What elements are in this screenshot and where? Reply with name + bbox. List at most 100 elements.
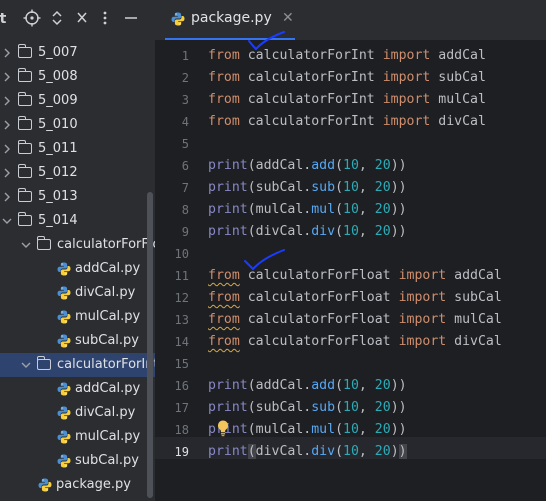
code-line[interactable]: print(addCal.add(10, 20)): [208, 375, 407, 397]
code-token: (mulCal.: [247, 202, 312, 217]
code-token: import: [382, 70, 431, 85]
code-token: subCal: [446, 290, 502, 305]
editor-area: package.py ✕ 1 2 3 4 5 6 7 8 9 10 11 12 13 14 15 16 17 18…: [155, 0, 546, 501]
code-token: (: [247, 444, 256, 459]
tree-file[interactable]: addCal.py: [0, 257, 155, 281]
python-file-icon: [57, 310, 71, 324]
code-token: mul: [311, 422, 336, 437]
code-line[interactable]: print(divCal.div(10, 20)): [208, 441, 407, 463]
code-token: 10: [343, 202, 359, 217]
code-line[interactable]: from calculatorForInt import subCal: [208, 67, 486, 89]
tree-folder[interactable]: 5_010: [0, 113, 155, 137]
code-token: from: [208, 70, 240, 85]
tree-folder[interactable]: calculatorForFlo: [0, 233, 155, 257]
line-number-gutter: 1 2 3 4 5 6 7 8 9 10 11 12 13 14 15 16 17 18 19: [155, 40, 207, 501]
line-number: 11: [174, 269, 189, 283]
code-token: import: [398, 334, 447, 349]
folder-icon: [17, 164, 32, 178]
tree-file[interactable]: divCal.py: [0, 401, 155, 425]
code-token: divCal: [446, 334, 502, 349]
code-token: )): [390, 400, 407, 415]
code-line[interactable]: print(divCal.div(10, 20)): [208, 221, 407, 243]
code-token: (: [335, 180, 344, 195]
tree-file[interactable]: mulCal.py: [0, 425, 155, 449]
code-line[interactable]: from calculatorForFloat import divCal: [208, 331, 502, 353]
minimize-icon[interactable]: [122, 9, 140, 29]
code-token: ,: [358, 444, 375, 459]
line-number: 17: [174, 401, 189, 415]
tab-close-icon[interactable]: ✕: [282, 10, 294, 26]
locate-icon[interactable]: [22, 9, 42, 29]
code-token: calculatorForInt: [239, 70, 383, 85]
tree-folder[interactable]: 5_007: [0, 41, 155, 65]
folder-icon: [36, 236, 51, 250]
tree-item-label: divCal.py: [75, 285, 136, 300]
tree-item-label: 5_012: [38, 165, 78, 180]
code-token: addCal: [446, 268, 502, 283]
line-number: 3: [181, 93, 189, 107]
tree-item-label: 5_013: [38, 189, 78, 204]
code-token: (: [335, 400, 344, 415]
tree-file[interactable]: subCal.py: [0, 329, 155, 353]
expand-collapse-icon[interactable]: [48, 9, 66, 29]
tree-folder[interactable]: 5_014: [0, 209, 155, 233]
code-token: (addCal.: [247, 158, 312, 173]
python-file-icon: [57, 406, 71, 420]
tree-file[interactable]: divCal.py: [0, 281, 155, 305]
code-token: (: [335, 422, 344, 437]
code-line[interactable]: print(addCal.add(10, 20)): [208, 155, 407, 177]
python-file-icon: [57, 262, 71, 276]
tree-file[interactable]: mulCal.py: [0, 305, 155, 329]
tree-item-label: subCal.py: [75, 333, 139, 348]
code-line[interactable]: print(subCal.sub(10, 20)): [208, 177, 407, 199]
folder-icon: [17, 68, 32, 82]
tree-item-label: 5_008: [38, 69, 78, 84]
code-token: add: [311, 378, 336, 393]
editor-tab-bar: package.py ✕: [155, 0, 546, 40]
more-options-icon[interactable]: [98, 9, 112, 29]
line-number: 1: [181, 49, 189, 63]
code-line[interactable]: print(subCal.sub(10, 20)): [208, 397, 407, 419]
tree-item-label: mulCal.py: [75, 429, 141, 444]
project-panel: t 5_007 5_008 5_009 5_010 5_011 5_012 5_013 5_0…: [0, 0, 155, 501]
close-icon[interactable]: [73, 9, 91, 29]
code-token: div: [311, 444, 336, 459]
tree-folder[interactable]: 5_008: [0, 65, 155, 89]
tree-item-label: addCal.py: [75, 261, 141, 276]
folder-icon: [17, 92, 32, 106]
code-token: 20: [374, 400, 391, 415]
code-token: (: [335, 444, 344, 459]
code-line[interactable]: from calculatorForFloat import subCal: [208, 287, 502, 309]
code-token: 20: [374, 158, 391, 173]
folder-icon: [17, 188, 32, 202]
code-token: (: [335, 378, 344, 393]
checkmark-annotation: [248, 31, 285, 51]
tree-folder[interactable]: 5_013: [0, 185, 155, 209]
code-token: calculatorForInt: [239, 114, 383, 129]
line-number: 6: [181, 159, 189, 173]
tree-item-label: mulCal.py: [75, 309, 141, 324]
code-token: 10: [343, 444, 359, 459]
code-token: 20: [374, 224, 391, 239]
tree-folder[interactable]: calculatorForInt: [0, 353, 155, 377]
code-token: )): [390, 202, 407, 217]
tree-folder[interactable]: 5_011: [0, 137, 155, 161]
tree-file[interactable]: addCal.py: [0, 377, 155, 401]
code-line[interactable]: print(mulCal.mul(10, 20)): [208, 199, 407, 221]
tree-file[interactable]: subCal.py: [0, 449, 155, 473]
code-line[interactable]: print(mulCal.mul(10, 20)): [208, 419, 407, 441]
tree-file[interactable]: package.py: [0, 473, 155, 497]
tree-folder[interactable]: 5_012: [0, 161, 155, 185]
code-line[interactable]: from calculatorForFloat import mulCal: [208, 309, 502, 331]
code-token: from: [208, 114, 240, 129]
code-line[interactable]: from calculatorForInt import mulCal: [208, 89, 486, 111]
tree-folder[interactable]: 5_009: [0, 89, 155, 113]
code-token: print: [208, 378, 248, 393]
code-token: ,: [358, 224, 375, 239]
code-token: ,: [358, 180, 375, 195]
lightbulb-icon[interactable]: [216, 419, 230, 437]
code-line[interactable]: from calculatorForInt import divCal: [208, 111, 486, 133]
line-number: 5: [181, 137, 189, 151]
code-token: import: [382, 114, 431, 129]
python-file-icon: [57, 382, 71, 396]
